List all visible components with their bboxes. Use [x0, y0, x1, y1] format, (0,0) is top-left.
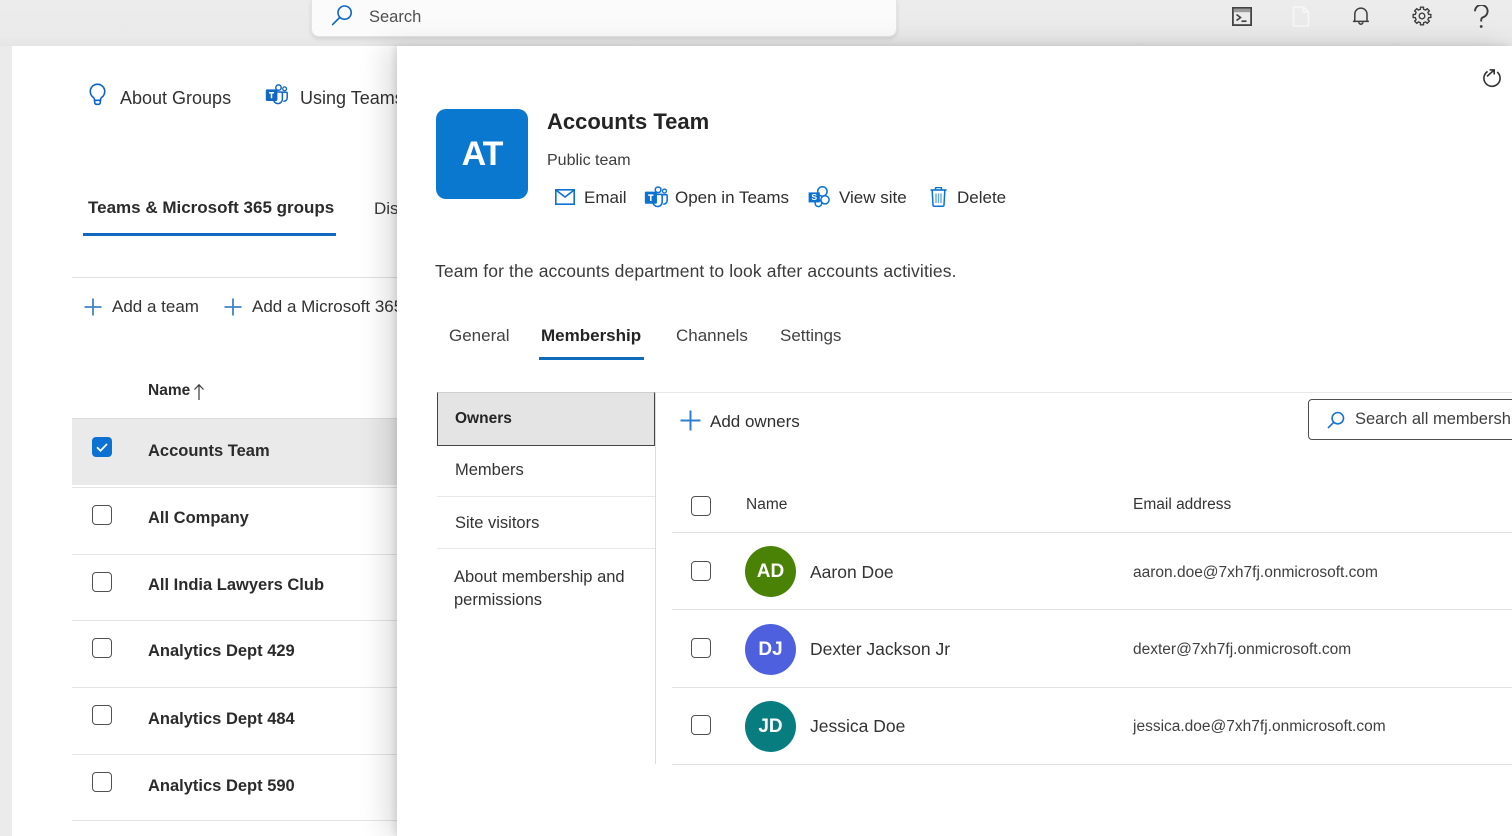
- svg-text:S: S: [811, 192, 817, 202]
